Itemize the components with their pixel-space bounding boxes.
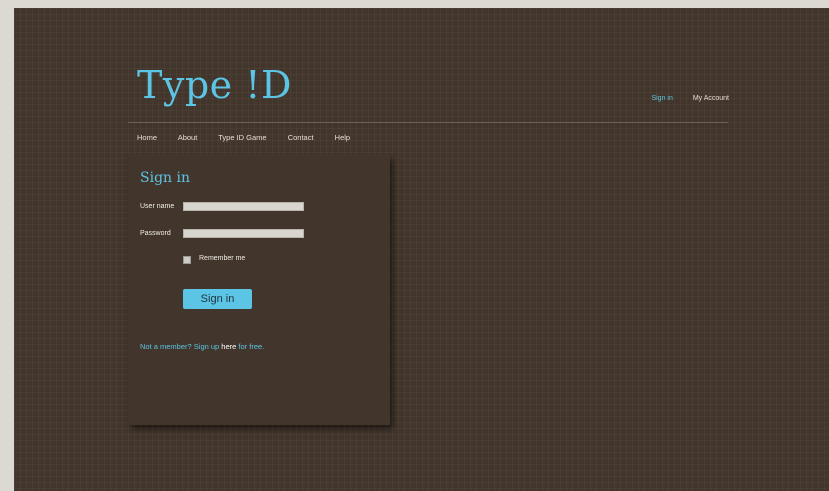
nav-contact[interactable]: Contact [288,133,314,142]
signup-prompt: Not a member? Sign up here for free. [140,342,264,351]
logo: Type !D [137,66,292,104]
username-input[interactable] [183,202,304,211]
top-nav-my-account-link[interactable]: My Account [693,95,729,102]
top-nav-sign-in-link[interactable]: Sign in [651,95,672,102]
signup-prompt-text: Not a member? Sign up [140,342,222,351]
page-background: Type !D Sign in My Account Home About Ty… [14,8,829,491]
logo-text-d: D [261,63,292,107]
password-input[interactable] [183,229,304,238]
sign-in-button[interactable]: Sign in [183,289,252,309]
username-label: User name [140,203,175,210]
signup-here-link[interactable]: here [221,342,236,351]
password-label: Password [140,230,171,237]
remember-me-label: Remember me [199,255,246,262]
signup-prompt-tail: for free. [236,342,265,351]
sign-in-panel: Sign in User name Password Remember me S… [128,155,390,425]
sign-in-title: Sign in [140,170,190,186]
nav-type-id-game[interactable]: Type ID Game [218,133,266,142]
logo-text-bang: ! [245,63,261,107]
main-nav: Home About Type ID Game Contact Help [137,133,369,142]
logo-text-type: Type [137,63,246,107]
nav-about[interactable]: About [178,133,198,142]
header-divider [128,122,728,123]
nav-help[interactable]: Help [335,133,350,142]
nav-home[interactable]: Home [137,133,157,142]
top-nav: Sign in My Account [633,95,729,102]
remember-me-checkbox[interactable] [183,256,191,264]
